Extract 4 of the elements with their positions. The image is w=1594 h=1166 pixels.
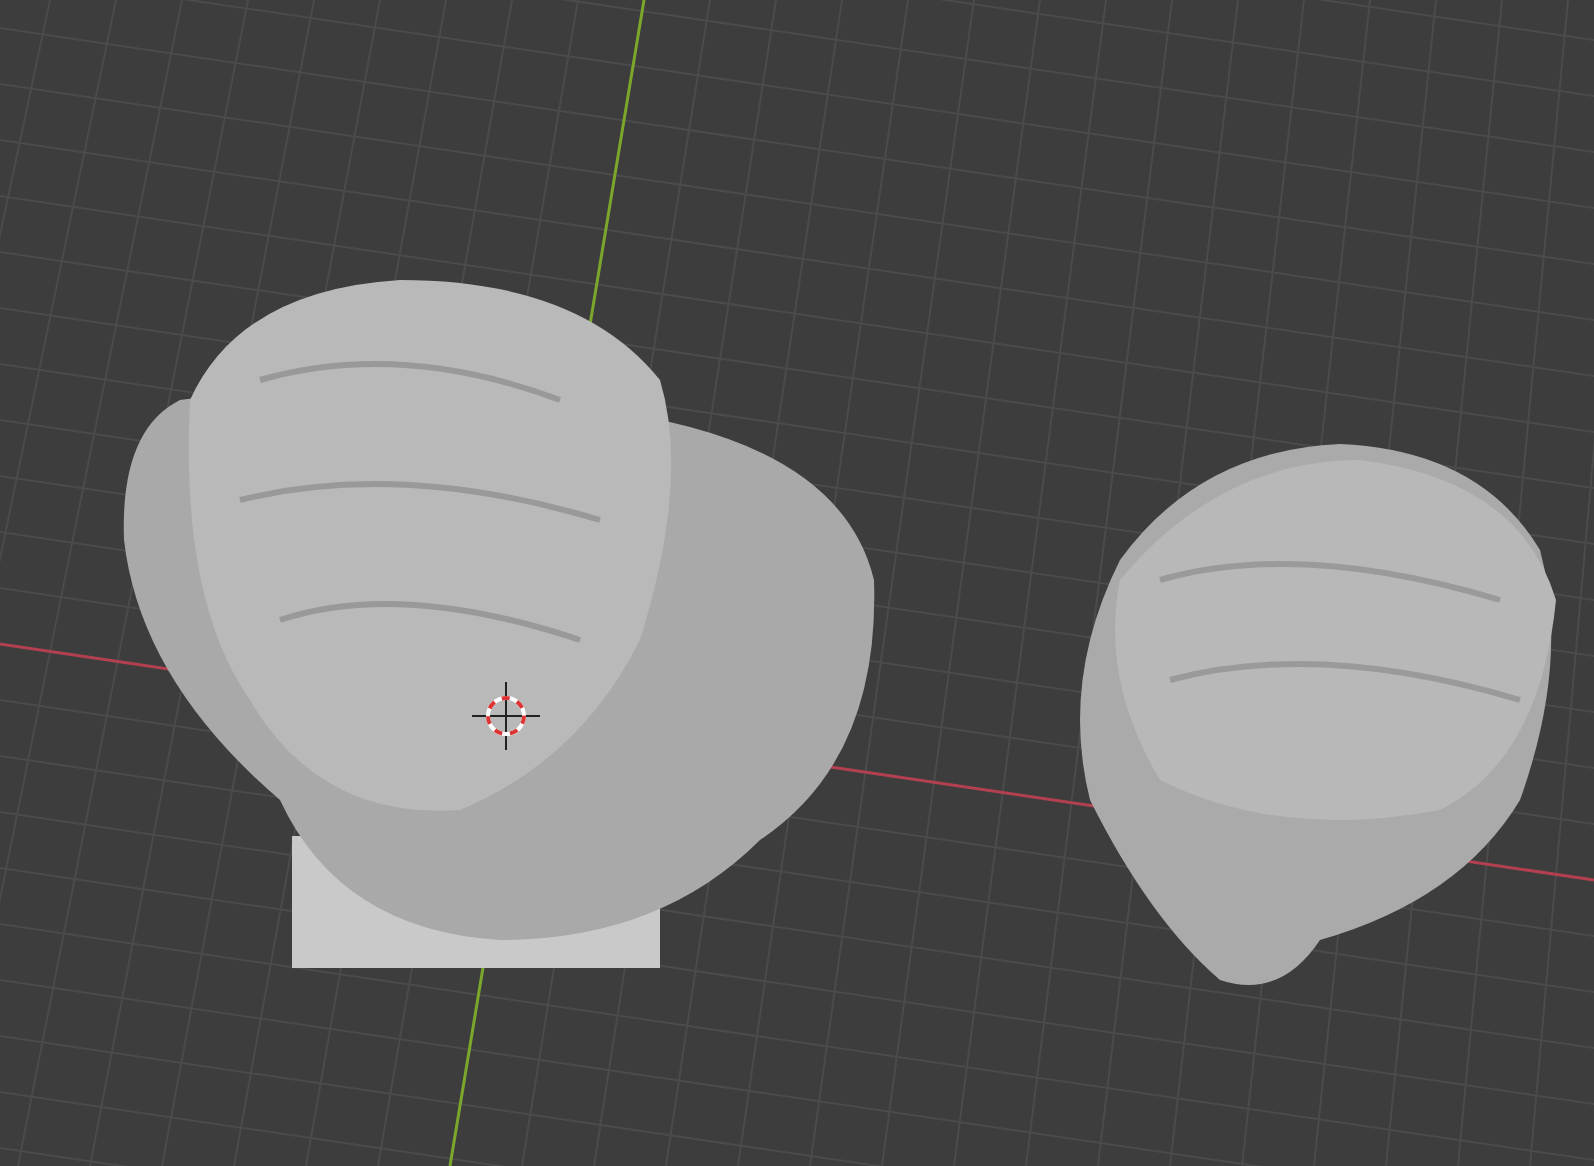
sculpture-drawing[interactable] (123, 280, 875, 968)
sculpture-drawing[interactable] (1080, 444, 1556, 985)
viewport[interactable] (0, 0, 1594, 1166)
cursor-crosshair-icon[interactable] (471, 681, 541, 751)
